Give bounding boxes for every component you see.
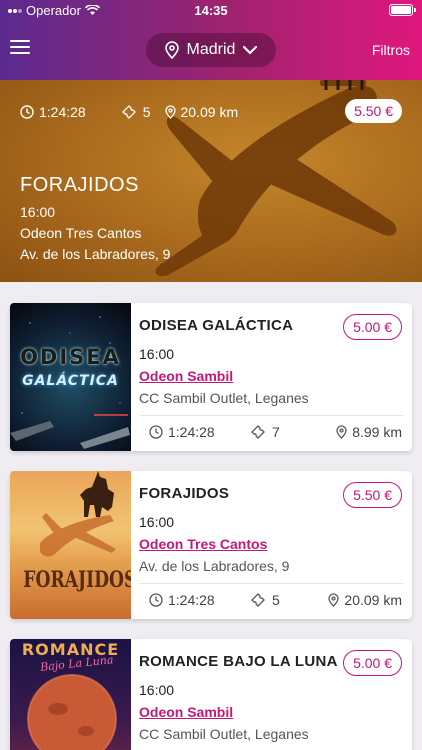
movie-info: ODISEA GALÁCTICA 5.00 € 16:00 Odeon Samb… <box>139 303 412 451</box>
movie-card[interactable]: ODISEA GALÁCTICA ODISEA GALÁCTICA 5.00 €… <box>10 303 412 451</box>
showtime: 16:00 <box>139 346 175 362</box>
poster-title-line1: ODISEA <box>20 345 121 369</box>
divider <box>139 583 404 584</box>
featured-address: Av. de los Labradores, 9 <box>20 246 171 262</box>
tickets: 5 <box>251 592 280 608</box>
city-selector-button[interactable]: Madrid <box>146 33 276 67</box>
ticket-icon <box>251 593 265 607</box>
cinema-link[interactable]: Odeon Sambil <box>139 368 233 384</box>
featured-tickets-text: 5 <box>142 104 151 120</box>
featured-title: FORAJIDOS <box>20 174 139 196</box>
duration-text: 1:24:28 <box>168 424 215 440</box>
app-header: Operador 14:35 Madrid Filtros <box>0 0 422 80</box>
price-badge[interactable]: 5.00 € <box>343 650 402 676</box>
price-badge[interactable]: 5.00 € <box>343 314 402 340</box>
movie-poster: ODISEA GALÁCTICA <box>10 303 131 451</box>
location-pin-icon <box>164 105 176 119</box>
status-time: 14:35 <box>194 3 228 18</box>
battery-icon <box>389 4 416 16</box>
movie-title: ODISEA GALÁCTICA <box>139 317 294 334</box>
cinema-address: CC Sambil Outlet, Leganes <box>139 726 309 742</box>
city-label: Madrid <box>186 41 236 58</box>
cinema-link[interactable]: Odeon Sambil <box>139 704 233 720</box>
featured-duration-text: 1:24:28 <box>39 104 86 120</box>
tickets: 7 <box>251 424 280 440</box>
poster-title: FORAJIDOS <box>23 567 131 593</box>
showtime: 16:00 <box>139 514 175 530</box>
location-pin-icon <box>336 425 347 439</box>
featured-distance: 20.09 km <box>164 104 239 120</box>
showtime: 16:00 <box>139 682 175 698</box>
clock-icon <box>149 593 163 607</box>
poster-title-line2: GALÁCTICA <box>22 373 119 389</box>
chevron-down-icon <box>243 45 258 54</box>
movie-title: FORAJIDOS <box>139 485 230 502</box>
cinema-address: Av. de los Labradores, 9 <box>139 558 290 574</box>
movie-info: ROMANCE BAJO LA LUNA 5.00 € 16:00 Odeon … <box>139 639 412 750</box>
distance: 8.99 km <box>336 424 402 440</box>
distance-text: 20.09 km <box>344 592 402 608</box>
status-bar: Operador 14:35 <box>0 0 422 22</box>
location-pin-icon <box>328 593 340 607</box>
filters-button[interactable]: Filtros <box>372 42 410 58</box>
ticket-icon <box>121 105 136 119</box>
featured-price-badge[interactable]: 5.50 € <box>345 99 402 123</box>
clock-icon <box>149 425 163 439</box>
movie-title: ROMANCE BAJO LA LUNA <box>139 653 338 670</box>
distance-text: 8.99 km <box>352 424 402 440</box>
location-pin-icon <box>164 41 179 59</box>
featured-meta: 1:24:28 5 20.09 km <box>20 104 238 120</box>
cinema-address: CC Sambil Outlet, Leganes <box>139 390 309 406</box>
cinema-link[interactable]: Odeon Tres Cantos <box>139 536 267 552</box>
movie-meta: 1:24:28 7 8.99 km <box>139 424 402 442</box>
featured-time: 16:00 <box>20 204 56 220</box>
tickets-text: 5 <box>272 592 280 608</box>
menu-icon[interactable] <box>10 40 30 56</box>
featured-tickets: 5 <box>121 104 151 120</box>
featured-duration: 1:24:28 <box>20 104 86 120</box>
tickets-text: 7 <box>272 424 280 440</box>
movie-card[interactable]: ROMANCE Bajo La Luna ROMANCE BAJO LA LUN… <box>10 639 412 750</box>
divider <box>139 415 404 416</box>
distance: 20.09 km <box>328 592 402 608</box>
duration: 1:24:28 <box>149 592 215 608</box>
ticket-icon <box>251 425 265 439</box>
featured-distance-text: 20.09 km <box>180 104 239 120</box>
movie-meta: 1:24:28 5 20.09 km <box>139 592 402 610</box>
duration: 1:24:28 <box>149 424 215 440</box>
movie-poster: ROMANCE Bajo La Luna <box>10 639 131 750</box>
clock-icon <box>20 105 34 119</box>
movie-poster: FORAJIDOS <box>10 471 131 619</box>
price-badge[interactable]: 5.50 € <box>343 482 402 508</box>
movie-info: FORAJIDOS 5.50 € 16:00 Odeon Tres Cantos… <box>139 471 412 619</box>
movie-card[interactable]: FORAJIDOS FORAJIDOS 5.50 € 16:00 Odeon T… <box>10 471 412 619</box>
featured-cinema: Odeon Tres Cantos <box>20 225 142 241</box>
duration-text: 1:24:28 <box>168 592 215 608</box>
featured-movie-banner[interactable]: 1:24:28 5 20.09 km 5.50 € FORAJIDOS 16:0… <box>0 80 422 282</box>
